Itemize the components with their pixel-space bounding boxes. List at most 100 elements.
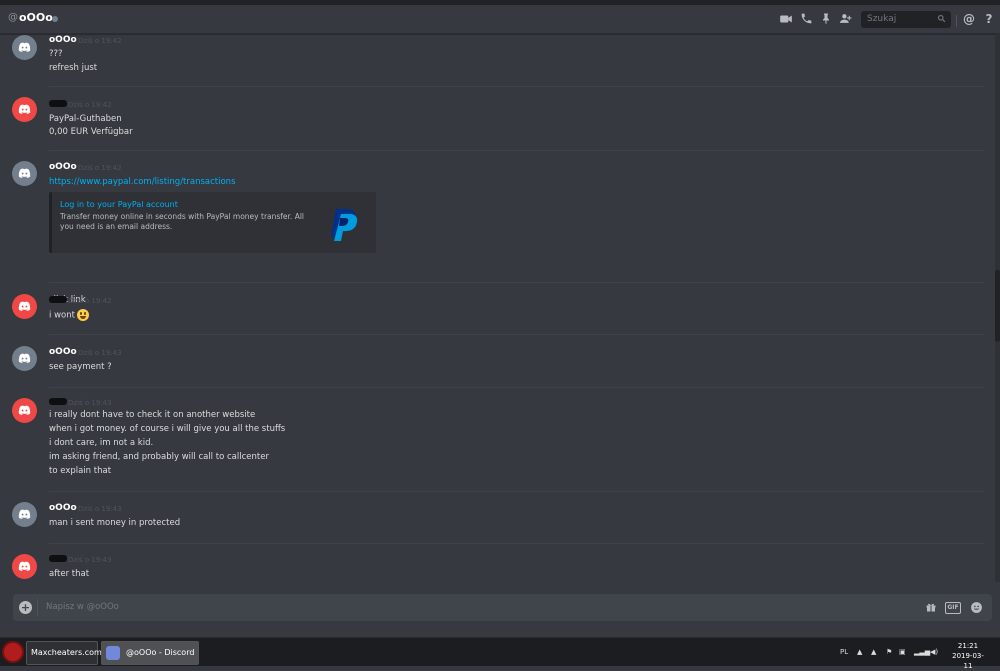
message-timestamp: Dziś o 19:42 (78, 164, 122, 172)
os-taskbar: Maxcheaters.com... @oOOo - Discord PL ▲ … (0, 637, 1000, 670)
video-call-icon[interactable] (779, 12, 793, 26)
message-separator (49, 491, 984, 492)
discord-logo-icon (18, 168, 31, 178)
gift-icon[interactable] (924, 601, 937, 614)
message-group: Dziś o 19:42 PayPal-Guthaben 0,00 EUR Ve… (0, 96, 990, 151)
message-author[interactable]: oOOo (49, 503, 77, 513)
message-text-content: i wont (49, 310, 75, 321)
message-text: to explain that (49, 466, 112, 476)
message-group: oOOo Dziś o 19:42 ??? refresh just (0, 34, 990, 86)
composer-divider (37, 599, 38, 616)
search-input[interactable]: Szukaj (861, 11, 951, 28)
search-icon (937, 14, 946, 26)
redacted-author (49, 398, 67, 405)
message-group: Dziś o 19:43 after that (0, 553, 990, 582)
message-separator (49, 86, 984, 87)
discord-app-icon (106, 646, 120, 660)
network-signal-icon[interactable]: ▂▃▅ (914, 648, 930, 656)
discord-logo-icon (18, 405, 31, 415)
message-list: oOOo Dziś o 19:42 ??? refresh just Dziś … (0, 34, 995, 582)
avatar[interactable] (12, 346, 37, 371)
message-timestamp: Dziś o 19:43 (68, 399, 112, 407)
at-symbol-icon: @ (8, 12, 18, 23)
scrollbar-thumb[interactable] (995, 270, 1000, 342)
tray-app-icon[interactable]: ▣ (899, 648, 906, 656)
message-separator (49, 334, 984, 335)
taskbar-app-browser[interactable]: Maxcheaters.com... (26, 641, 109, 665)
pin-icon[interactable] (819, 12, 833, 26)
message-separator (49, 282, 984, 283)
avatar[interactable] (12, 502, 37, 527)
message-input[interactable]: + Napisz w @oOOo GIF (13, 594, 992, 621)
clock-date: 2019-03-11 (952, 652, 984, 670)
system-clock[interactable]: 21:21 2019-03-11 (948, 641, 988, 671)
avatar[interactable] (12, 398, 37, 423)
message-text: refresh just (49, 63, 98, 73)
avatar[interactable] (12, 554, 37, 579)
message-timestamp: Dziś o 19:43 (78, 349, 122, 357)
message-text: man i sent money in protected (49, 518, 181, 528)
message-link[interactable]: https://www.paypal.com/listing/transacti… (49, 177, 236, 187)
header-divider (956, 15, 957, 27)
gif-button[interactable]: GIF (945, 602, 961, 614)
taskbar-app-label: @oOOo - Discord (126, 648, 195, 657)
tray-chevron-icon[interactable]: ▲ (857, 648, 862, 656)
message-text: see payment ? (49, 362, 112, 372)
status-indicator (52, 16, 58, 22)
message-author[interactable]: oOOo (49, 347, 77, 357)
discord-logo-icon (18, 353, 31, 363)
message-timestamp: Dziś o 19:43 (78, 505, 122, 513)
message-text: i really dont have to check it on anothe… (49, 410, 256, 420)
redacted-author (49, 100, 67, 107)
avatar[interactable] (12, 97, 37, 122)
embed-title[interactable]: Log in to your PayPal account (60, 200, 178, 209)
message-separator (49, 543, 984, 544)
link-embed[interactable]: Log in to your PayPal account Transfer m… (49, 192, 376, 253)
message-text: im asking friend, and probably will call… (49, 452, 269, 462)
mentions-button[interactable]: @ (962, 12, 976, 26)
message-author[interactable]: oOOo (49, 162, 77, 172)
message-group: oOOo Dziś o 19:43 see payment ? (0, 345, 990, 385)
embed-description: Transfer money online in seconds with Pa… (60, 212, 304, 231)
clock-time: 21:21 (957, 642, 979, 650)
message-text: after that (49, 569, 90, 579)
avatar[interactable] (12, 161, 37, 186)
avatar[interactable] (12, 294, 37, 319)
discord-logo-icon (18, 42, 31, 52)
message-timestamp: Dziś o 19:43 (68, 556, 112, 564)
taskbar-app-label: Maxcheaters.com... (31, 648, 110, 657)
message-group: Dziś o 19:42 i wont (0, 293, 990, 333)
smiley-emoji-icon (76, 309, 89, 321)
help-button[interactable]: ? (982, 12, 996, 26)
volume-icon[interactable]: ◀) (930, 648, 938, 656)
taskbar-app-discord[interactable]: @oOOo - Discord (101, 641, 199, 665)
message-timestamp: Dziś o 19:42 (68, 297, 112, 305)
message-separator (49, 387, 984, 388)
message-text: 0,00 EUR Verfügbar (49, 127, 133, 137)
add-friend-icon[interactable] (839, 12, 853, 26)
message-group: oOOo Dziś o 19:42 https://www.paypal.com… (0, 160, 990, 305)
discord-logo-icon (18, 561, 31, 571)
message-group: oOOo Dziś o 19:43 man i sent money in pr… (0, 501, 990, 541)
redacted-author (49, 296, 67, 303)
voice-call-icon[interactable] (799, 12, 813, 26)
paypal-logo-icon (324, 205, 364, 245)
message-text: i dont care, im not a kid. (49, 438, 154, 448)
redacted-author (49, 555, 67, 562)
action-center-flag-icon[interactable]: ⚑ (886, 648, 892, 656)
start-button[interactable] (2, 641, 24, 663)
message-scrollbar[interactable] (995, 34, 1000, 582)
message-timestamp: Dziś o 19:42 (78, 37, 122, 45)
message-group: Dziś o 19:43 i really dont have to check… (0, 397, 990, 487)
discord-logo-icon (18, 104, 31, 114)
discord-logo-icon (18, 301, 31, 311)
message-author[interactable]: oOOo (49, 35, 77, 45)
message-text: when i got money. of course i will give … (49, 424, 286, 434)
channel-header: @ oOOo Szukaj @ ? (0, 5, 1000, 34)
emoji-picker-icon[interactable] (970, 601, 983, 614)
tray-arrow-icon[interactable]: ▲ (871, 648, 876, 656)
message-timestamp: Dziś o 19:42 (68, 101, 112, 109)
avatar[interactable] (12, 35, 37, 60)
upload-plus-icon[interactable]: + (19, 601, 32, 614)
language-indicator[interactable]: PL (840, 648, 848, 656)
